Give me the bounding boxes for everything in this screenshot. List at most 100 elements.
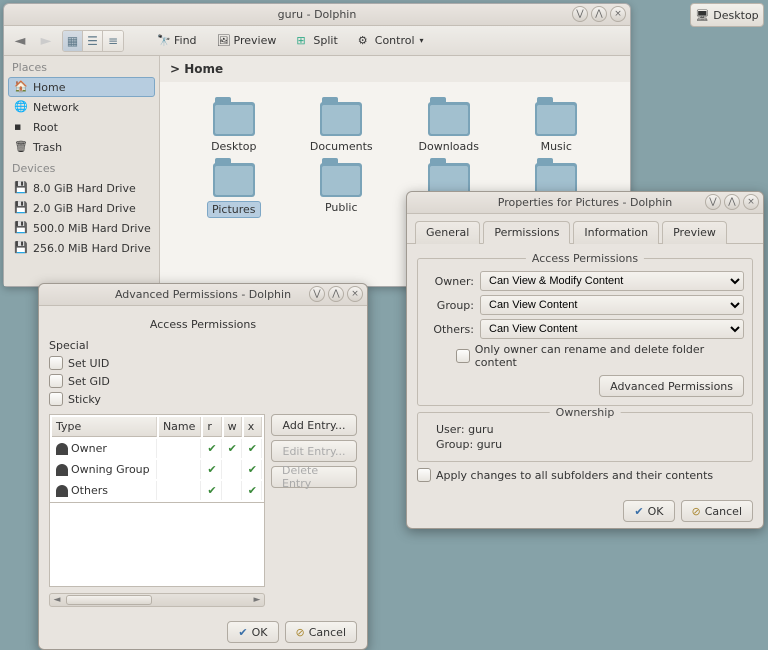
- sidebar-item-trash[interactable]: 🗑Trash: [4, 137, 159, 157]
- properties-title: Properties for Pictures - Dolphin: [498, 196, 672, 209]
- sidebar-item-drive-3[interactable]: 💾256.0 MiB Hard Drive: [4, 238, 159, 258]
- tab-information[interactable]: Information: [573, 221, 659, 244]
- folder-documents[interactable]: Documents: [298, 102, 386, 153]
- others-select[interactable]: Can View Content: [480, 319, 744, 339]
- properties-titlebar[interactable]: Properties for Pictures - Dolphin ⋁ ⋀ ×: [407, 192, 763, 214]
- ownership-group: Ownership User: guru Group: guru: [417, 412, 753, 462]
- close-button[interactable]: ×: [347, 286, 363, 302]
- folder-icon: [320, 102, 362, 136]
- home-icon: 🏠: [14, 80, 28, 94]
- folder-music[interactable]: Music: [513, 102, 601, 153]
- advanced-permissions-title: Advanced Permissions - Dolphin: [115, 288, 291, 301]
- user-value: guru: [468, 423, 493, 436]
- folder-icon: [213, 163, 255, 197]
- group-select[interactable]: Can View Content: [480, 295, 744, 315]
- binoculars-icon: 🔭: [157, 34, 171, 48]
- access-permissions-title: Access Permissions: [526, 252, 644, 265]
- properties-dialog: Properties for Pictures - Dolphin ⋁ ⋀ × …: [406, 191, 764, 529]
- control-button[interactable]: ⚙Control▾: [351, 30, 431, 52]
- sidebar-item-root[interactable]: ▪Root: [4, 117, 159, 137]
- folder-downloads[interactable]: Downloads: [405, 102, 493, 153]
- sidebar: Places 🏠Home 🌐Network ▪Root 🗑Trash Devic…: [4, 56, 160, 286]
- owner-select[interactable]: Can View & Modify Content: [480, 271, 744, 291]
- forward-button[interactable]: ►: [36, 31, 56, 51]
- maximize-button[interactable]: ⋀: [591, 6, 607, 22]
- gear-icon: ⚙: [358, 34, 372, 48]
- edit-entry-button[interactable]: Edit Entry...: [271, 440, 357, 462]
- details-view-button[interactable]: ≡: [103, 31, 123, 51]
- access-permissions-label: Access Permissions: [49, 318, 357, 331]
- minimize-button[interactable]: ⋁: [572, 6, 588, 22]
- ok-button[interactable]: ✔OK: [227, 621, 278, 643]
- back-button[interactable]: ◄: [10, 31, 30, 51]
- tab-general[interactable]: General: [415, 221, 480, 244]
- main-titlebar[interactable]: guru - Dolphin ⋁ ⋀ ×: [4, 4, 630, 26]
- delete-entry-button[interactable]: Delete Entry: [271, 466, 357, 488]
- cancel-button[interactable]: ⊘Cancel: [681, 500, 753, 522]
- col-name[interactable]: Name: [159, 417, 201, 437]
- sidebar-item-network[interactable]: 🌐Network: [4, 97, 159, 117]
- table-row[interactable]: Others✔✔: [52, 481, 262, 500]
- tab-permissions[interactable]: Permissions: [483, 221, 570, 244]
- split-icon: ⊞: [296, 34, 310, 48]
- group-owner-value: guru: [477, 438, 502, 451]
- permissions-table: Type Name r w x Owner✔✔✔ Owning Group✔✔ Ot…: [49, 414, 265, 503]
- folder-public[interactable]: Public: [298, 163, 386, 218]
- compact-view-button[interactable]: ☰: [83, 31, 103, 51]
- check-icon: ✔: [634, 505, 643, 518]
- ownership-title: Ownership: [550, 406, 621, 419]
- tab-preview[interactable]: Preview: [662, 221, 727, 244]
- chevron-down-icon: ▾: [420, 36, 424, 45]
- table-row[interactable]: Owner✔✔✔: [52, 439, 262, 458]
- sidebar-item-drive-0[interactable]: 💾8.0 GiB Hard Drive: [4, 178, 159, 198]
- sidebar-item-home[interactable]: 🏠Home: [8, 77, 155, 97]
- col-w[interactable]: w: [224, 417, 242, 437]
- preview-button[interactable]: 🖼Preview: [210, 30, 284, 52]
- folder-icon: [535, 102, 577, 136]
- desktop-switcher[interactable]: 🖥 Desktop: [690, 3, 764, 27]
- close-button[interactable]: ×: [743, 194, 759, 210]
- folder-pictures[interactable]: Pictures: [190, 163, 278, 218]
- cancel-icon: ⊘: [296, 626, 305, 639]
- special-label: Special: [49, 339, 357, 352]
- maximize-button[interactable]: ⋀: [328, 286, 344, 302]
- col-type[interactable]: Type: [52, 417, 157, 437]
- col-r[interactable]: r: [203, 417, 221, 437]
- minimize-button[interactable]: ⋁: [705, 194, 721, 210]
- ok-button[interactable]: ✔OK: [623, 500, 674, 522]
- add-entry-button[interactable]: Add Entry...: [271, 414, 357, 436]
- close-button[interactable]: ×: [610, 6, 626, 22]
- drive-icon: 💾: [14, 201, 28, 215]
- split-button[interactable]: ⊞Split: [289, 30, 344, 52]
- minimize-button[interactable]: ⋁: [309, 286, 325, 302]
- places-header: Places: [4, 56, 159, 77]
- table-row[interactable]: Owning Group✔✔: [52, 460, 262, 479]
- scroll-right-icon[interactable]: ►: [250, 595, 264, 605]
- properties-body: Access Permissions Owner:Can View & Modi…: [407, 244, 763, 494]
- icons-view-button[interactable]: ▦: [63, 31, 83, 51]
- user-label: User:: [436, 423, 465, 436]
- set-gid-checkbox[interactable]: [49, 374, 63, 388]
- folder-icon: [213, 102, 255, 136]
- group-owner-label: Group:: [436, 438, 473, 451]
- desktop-icon: 🖥: [695, 9, 709, 22]
- preview-icon: 🖼: [217, 34, 231, 48]
- table-scrollbar[interactable]: ◄►: [49, 593, 265, 607]
- set-uid-checkbox[interactable]: [49, 356, 63, 370]
- scroll-left-icon[interactable]: ◄: [50, 595, 64, 605]
- breadcrumb[interactable]: > Home: [160, 56, 630, 82]
- advanced-permissions-dialog: Advanced Permissions - Dolphin ⋁ ⋀ × Acc…: [38, 283, 368, 650]
- col-x[interactable]: x: [244, 417, 262, 437]
- cancel-button[interactable]: ⊘Cancel: [285, 621, 357, 643]
- advanced-permissions-titlebar[interactable]: Advanced Permissions - Dolphin ⋁ ⋀ ×: [39, 284, 367, 306]
- advanced-permissions-button[interactable]: Advanced Permissions: [599, 375, 744, 397]
- sidebar-item-drive-2[interactable]: 💾500.0 MiB Hard Drive: [4, 218, 159, 238]
- find-button[interactable]: 🔭Find: [150, 30, 204, 52]
- maximize-button[interactable]: ⋀: [724, 194, 740, 210]
- folder-desktop[interactable]: Desktop: [190, 102, 278, 153]
- scroll-thumb[interactable]: [66, 595, 152, 605]
- sticky-checkbox[interactable]: [49, 392, 63, 406]
- only-owner-checkbox[interactable]: [456, 349, 470, 363]
- sidebar-item-drive-1[interactable]: 💾2.0 GiB Hard Drive: [4, 198, 159, 218]
- apply-subfolders-checkbox[interactable]: [417, 468, 431, 482]
